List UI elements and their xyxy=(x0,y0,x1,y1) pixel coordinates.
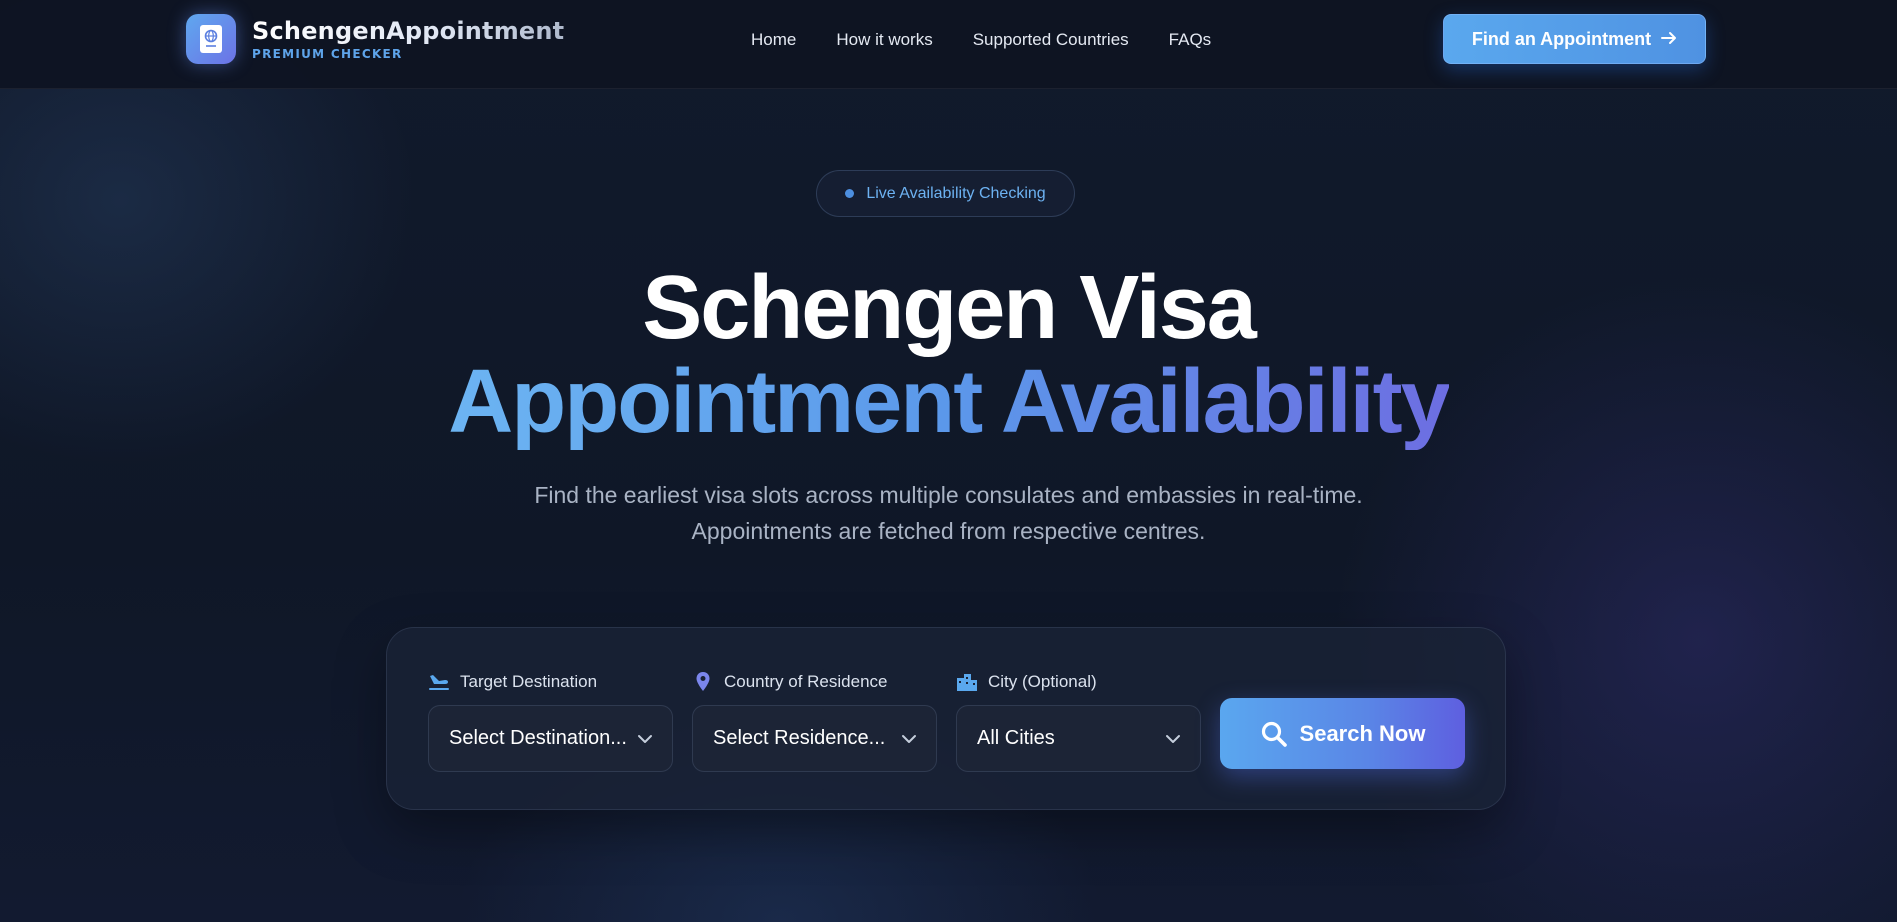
residence-label: Country of Residence xyxy=(692,669,887,695)
residence-field: Country of Residence Select Residence... xyxy=(692,669,937,772)
chevron-down-icon xyxy=(1166,735,1180,743)
page: SchengenAppointment PREMIUM CHECKER Home… xyxy=(0,0,1897,922)
city-buildings-icon xyxy=(956,671,978,693)
find-appointment-button[interactable]: Find an Appointment xyxy=(1443,14,1706,64)
nav-link-faqs[interactable]: FAQs xyxy=(1169,28,1212,52)
search-card: Target Destination Select Destination...… xyxy=(386,627,1506,810)
brand-subtitle: PREMIUM CHECKER xyxy=(252,47,403,61)
nav-link-how-it-works[interactable]: How it works xyxy=(836,28,932,52)
badge-text: Live Availability Checking xyxy=(866,184,1046,202)
city-value: All Cities xyxy=(977,727,1055,749)
destination-value: Select Destination... xyxy=(449,727,627,749)
find-appointment-label: Find an Appointment xyxy=(1471,28,1652,49)
hero-title-line2: Appointment Availability xyxy=(448,352,1450,452)
search-now-button[interactable]: Search Now xyxy=(1220,698,1465,769)
airplane-landing-icon xyxy=(428,671,450,693)
city-select[interactable]: All Cities xyxy=(956,705,1201,772)
search-icon xyxy=(1261,721,1287,747)
residence-label-text: Country of Residence xyxy=(724,672,888,691)
search-now-label: Search Now xyxy=(1299,720,1426,746)
brand-text: SchengenAppointment PREMIUM CHECKER xyxy=(252,17,564,61)
brand[interactable]: SchengenAppointment PREMIUM CHECKER xyxy=(186,14,564,64)
hero-title-line1: Schengen Visa xyxy=(642,258,1257,358)
map-pin-icon xyxy=(692,671,714,693)
destination-field: Target Destination Select Destination... xyxy=(428,669,673,772)
destination-label-text: Target Destination xyxy=(460,672,598,691)
destination-label: Target Destination xyxy=(428,669,597,695)
nav-link-supported-countries[interactable]: Supported Countries xyxy=(973,28,1129,52)
arrow-right-icon xyxy=(1661,29,1677,50)
city-label: City (Optional) xyxy=(956,669,1097,695)
residence-value: Select Residence... xyxy=(713,727,886,749)
passport-icon xyxy=(186,14,236,64)
brand-name: SchengenAppointment xyxy=(252,17,565,45)
live-status-badge: Live Availability Checking xyxy=(816,170,1075,217)
nav-links: Home How it works Supported Countries FA… xyxy=(751,28,1251,52)
hero-title: Schengen Visa Appointment Availability xyxy=(0,262,1897,450)
nav-link-home[interactable]: Home xyxy=(751,28,796,52)
status-dot xyxy=(845,189,855,198)
hero-subtitle: Find the earliest visa slots across mult… xyxy=(534,482,1363,544)
chevron-down-icon xyxy=(902,735,916,743)
chevron-down-icon xyxy=(638,735,652,743)
residence-select[interactable]: Select Residence... xyxy=(692,705,937,772)
destination-select[interactable]: Select Destination... xyxy=(428,705,673,772)
city-label-text: City (Optional) xyxy=(988,672,1097,691)
city-field: City (Optional) All Cities xyxy=(956,669,1201,772)
top-nav: SchengenAppointment PREMIUM CHECKER Home… xyxy=(0,0,1897,89)
